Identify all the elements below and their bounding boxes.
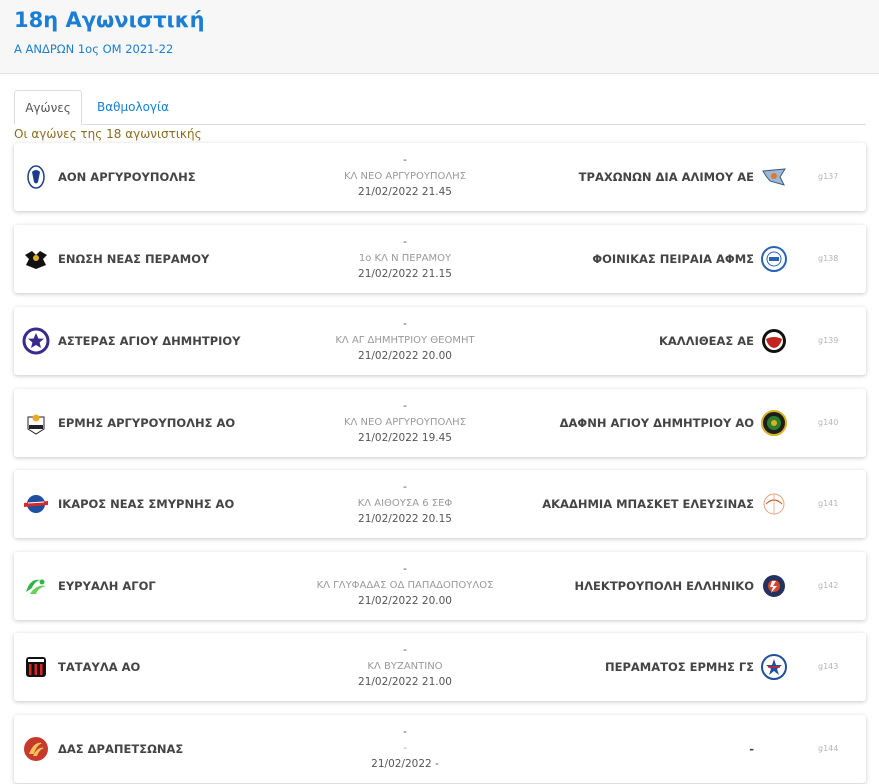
match-datetime: 21/02/2022 21.15	[358, 268, 452, 280]
match-venue: ΚΛ ΓΛΥΦΑΔΑΣ ΟΔ ΠΑΠΑΔΟΠΟΥΛΟΣ	[316, 580, 494, 591]
kallithea-crest-icon	[762, 329, 786, 353]
home-team-name: ΕΡΜΗΣ ΑΡΓΥΡΟΥΠΟΛΗΣ ΑΟ	[58, 416, 236, 430]
home-team-name: ΕΥΡΥΑΛΗ ΑΓΟΓ	[58, 579, 156, 593]
match-venue: ΚΛ ΝΕΟ ΑΡΓΥΡΟΥΠΟΛΗΣ	[343, 171, 467, 182]
ermis-crest-icon	[27, 414, 45, 435]
match-code: g139	[818, 336, 839, 345]
akadimia-crest-icon	[763, 493, 785, 515]
match-code: g140	[818, 418, 839, 427]
match-datetime: 21/02/2022 19.45	[358, 432, 452, 444]
match-score: -	[403, 643, 407, 656]
match-card[interactable]: ΕΝΩΣΗ ΝΕΑΣ ΠΕΡΑΜΟΥ - 1ο ΚΛ Ν ΠΕΡΑΜΟΥ 21/…	[14, 225, 866, 293]
trachones-eagle-icon	[762, 168, 786, 186]
tatavla-crest-icon	[26, 657, 46, 677]
foinikas-1949-icon	[761, 246, 787, 272]
away-team-name: ΗΛΕΚΤΡΟΥΠΟΛΗ ΕΛΛΗΝΙΚΟ	[574, 579, 754, 593]
dafni-crest-icon	[761, 410, 787, 436]
home-team-name: ΔΑΣ ΔΡΑΠΕΤΣΩΝΑΣ	[58, 742, 184, 756]
match-datetime: 21/02/2022 21.45	[358, 186, 452, 198]
match-datetime: 21/02/2022 -	[371, 758, 439, 770]
match-score: -	[403, 235, 407, 248]
tab-bar: Αγώνες Βαθμολογία	[14, 90, 866, 125]
match-info: - - 21/02/2022 -	[264, 723, 546, 772]
match-venue: ΚΛ ΑΓ ΔΗΜΗΤΡΙΟΥ ΘΕΟΜΗΤ	[335, 335, 475, 346]
home-team-name: ΙΚΑΡΟΣ ΝΕΑΣ ΣΜΥΡΝΗΣ ΑΟ	[58, 497, 235, 511]
away-team-name: ΠΕΡΑΜΑΤΟΣ ΕΡΜΗΣ ΓΣ	[604, 660, 754, 674]
page-header: 18η Αγωνιστική Α ΑΝΔΡΩΝ 1ος ΟΜ 2021-22	[0, 0, 879, 74]
away-team-name: ΤΡΑΧΩΝΩΝ ΔΙΑ ΑΛΙΜΟΥ ΑΕ	[578, 170, 754, 184]
match-datetime: 21/02/2022 20.15	[358, 513, 452, 525]
ilektroupoli-crest-icon	[763, 575, 785, 597]
match-datetime: 21/02/2022 21.00	[358, 676, 452, 688]
home-team-name: ΕΝΩΣΗ ΝΕΑΣ ΠΕΡΑΜΟΥ	[58, 252, 210, 266]
match-venue: 1ο ΚΛ Ν ΠΕΡΑΜΟΥ	[358, 253, 452, 264]
match-info: - ΚΛ ΝΕΟ ΑΡΓΥΡΟΥΠΟΛΗΣ 21/02/2022 21.45	[264, 151, 546, 200]
match-info: - ΚΛ ΝΕΟ ΑΡΓΥΡΟΥΠΟΛΗΣ 21/02/2022 19.45	[264, 397, 546, 446]
match-card[interactable]: ΤΑΤΑΥΛΑ ΑΟ - ΚΛ ΒΥΖΑΝΤΙΝΟ 21/02/2022 21.…	[14, 633, 866, 701]
match-score: -	[403, 317, 407, 330]
match-card[interactable]: ΙΚΑΡΟΣ ΝΕΑΣ ΣΜΥΡΝΗΣ ΑΟ - ΚΛ ΑΙΘΟΥΣΑ 6 ΣΕ…	[14, 470, 866, 538]
home-team-name: ΑΟΝ ΑΡΓΥΡΟΥΠΟΛΗΣ	[58, 170, 196, 184]
ikaros-crest-icon	[24, 495, 48, 513]
match-card[interactable]: ΔΑΣ ΔΡΑΠΕΤΣΩΝΑΣ - - 21/02/2022 - - g144	[14, 715, 866, 783]
away-team-name: ΚΑΛΛΙΘΕΑΣ ΑΕ	[658, 334, 754, 348]
match-score: -	[403, 725, 407, 738]
match-code: g138	[818, 254, 839, 263]
match-info: - ΚΛ ΓΛΥΦΑΔΑΣ ΟΔ ΠΑΠΑΔΟΠΟΥΛΟΣ 21/02/2022…	[264, 560, 546, 609]
home-team-name: ΤΑΤΑΥΛΑ ΑΟ	[58, 660, 141, 674]
match-card[interactable]: ΑΣΤΕΡΑΣ ΑΓΙΟΥ ΔΗΜΗΤΡΙΟΥ - ΚΛ ΑΓ ΔΗΜΗΤΡΙΟ…	[14, 307, 866, 375]
peramatos-crest-icon	[761, 654, 787, 680]
home-team-name: ΑΣΤΕΡΑΣ ΑΓΙΟΥ ΔΗΜΗΤΡΙΟΥ	[58, 334, 241, 348]
page-subtitle[interactable]: Α ΑΝΔΡΩΝ 1ος ΟΜ 2021-22	[14, 42, 173, 56]
match-venue: -	[403, 743, 407, 754]
match-info: - ΚΛ ΑΙΘΟΥΣΑ 6 ΣΕΦ 21/02/2022 20.15	[264, 478, 546, 527]
away-team-name: ΦΟΙΝΙΚΑΣ ΠΕΙΡΑΙΑ ΑΦΜΣ	[592, 252, 754, 266]
euryali-logo-icon	[26, 579, 46, 594]
match-venue: ΚΛ ΑΙΘΟΥΣΑ 6 ΣΕΦ	[357, 498, 453, 509]
away-team-name: -	[749, 742, 754, 756]
away-team-name: ΑΚΑΔΗΜΙΑ ΜΠΑΣΚΕΤ ΕΛΕΥΣΙΝΑΣ	[542, 497, 754, 511]
match-info: - ΚΛ ΑΓ ΔΗΜΗΤΡΙΟΥ ΘΕΟΜΗΤ 21/02/2022 20.0…	[264, 315, 546, 364]
match-code: g143	[818, 662, 839, 671]
tab-standings[interactable]: Βαθμολογία	[84, 90, 182, 124]
away-team-name: ΔΑΦΝΗ ΑΓΙΟΥ ΔΗΜΗΤΡΙΟΥ ΑΟ	[559, 416, 754, 430]
match-score: -	[403, 153, 407, 166]
section-label: Οι αγώνες της 18 αγωνιστικής	[14, 127, 202, 141]
match-card[interactable]: ΕΥΡΥΑΛΗ ΑΓΟΓ - ΚΛ ΓΛΥΦΑΔΑΣ ΟΔ ΠΑΠΑΔΟΠΟΥΛ…	[14, 552, 866, 620]
double-eagle-icon	[25, 251, 47, 269]
match-score: -	[403, 480, 407, 493]
page-title: 18η Αγωνιστική	[14, 8, 205, 32]
match-code: g142	[818, 581, 839, 590]
tab-matches[interactable]: Αγώνες	[14, 90, 82, 125]
match-code: g144	[818, 744, 839, 753]
match-info: - 1ο ΚΛ Ν ΠΕΡΑΜΟΥ 21/02/2022 21.15	[264, 233, 546, 282]
match-datetime: 21/02/2022 20.00	[358, 350, 452, 362]
das-crest-icon	[24, 737, 48, 761]
match-info: - ΚΛ ΒΥΖΑΝΤΙΝΟ 21/02/2022 21.00	[264, 641, 546, 690]
match-score: -	[403, 399, 407, 412]
aon-crest-icon	[27, 165, 45, 189]
match-card[interactable]: ΕΡΜΗΣ ΑΡΓΥΡΟΥΠΟΛΗΣ ΑΟ - ΚΛ ΝΕΟ ΑΡΓΥΡΟΥΠΟ…	[14, 389, 866, 457]
match-venue: ΚΛ ΒΥΖΑΝΤΙΝΟ	[367, 661, 443, 672]
match-card[interactable]: ΑΟΝ ΑΡΓΥΡΟΥΠΟΛΗΣ - ΚΛ ΝΕΟ ΑΡΓΥΡΟΥΠΟΛΗΣ 2…	[14, 143, 866, 211]
match-score: -	[403, 562, 407, 575]
match-code: g137	[818, 172, 839, 181]
match-datetime: 21/02/2022 20.00	[358, 595, 452, 607]
star-crest-icon	[22, 327, 50, 355]
match-code: g141	[818, 499, 839, 508]
match-venue: ΚΛ ΝΕΟ ΑΡΓΥΡΟΥΠΟΛΗΣ	[343, 417, 467, 428]
